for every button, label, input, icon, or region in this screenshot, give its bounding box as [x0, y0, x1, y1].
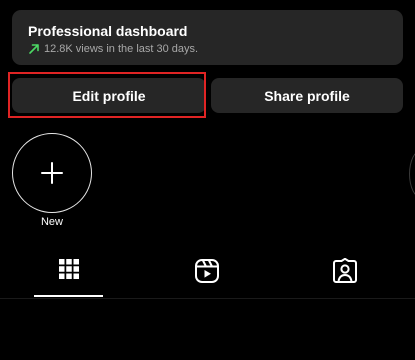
dashboard-stats-text: 12.8K views in the last 30 days.	[44, 43, 199, 55]
dashboard-stats: 12.8K views in the last 30 days.	[28, 42, 387, 56]
new-highlight-button[interactable]	[12, 133, 92, 213]
edit-profile-button[interactable]: Edit profile	[12, 78, 206, 113]
tab-posts-grid[interactable]	[51, 258, 87, 290]
grid-icon	[59, 259, 79, 279]
tab-reels[interactable]	[189, 258, 225, 290]
tabs-divider	[0, 298, 415, 299]
tagged-person-icon	[333, 258, 357, 283]
share-profile-label: Share profile	[264, 87, 350, 104]
active-tab-indicator	[34, 295, 103, 297]
edit-profile-label: Edit profile	[72, 87, 146, 104]
partial-highlight-circle[interactable]	[409, 150, 415, 198]
professional-dashboard-card[interactable]: Professional dashboard 12.8K views in th…	[12, 10, 403, 65]
dashboard-title: Professional dashboard	[28, 23, 188, 39]
new-highlight-label: New	[40, 216, 63, 228]
plus-icon	[41, 162, 63, 184]
trend-up-arrow-icon	[29, 44, 39, 54]
tab-tagged[interactable]	[327, 258, 363, 290]
reels-icon	[195, 259, 219, 283]
share-profile-button[interactable]: Share profile	[211, 78, 403, 113]
profile-screen: Professional dashboard 12.8K views in th…	[0, 0, 415, 360]
